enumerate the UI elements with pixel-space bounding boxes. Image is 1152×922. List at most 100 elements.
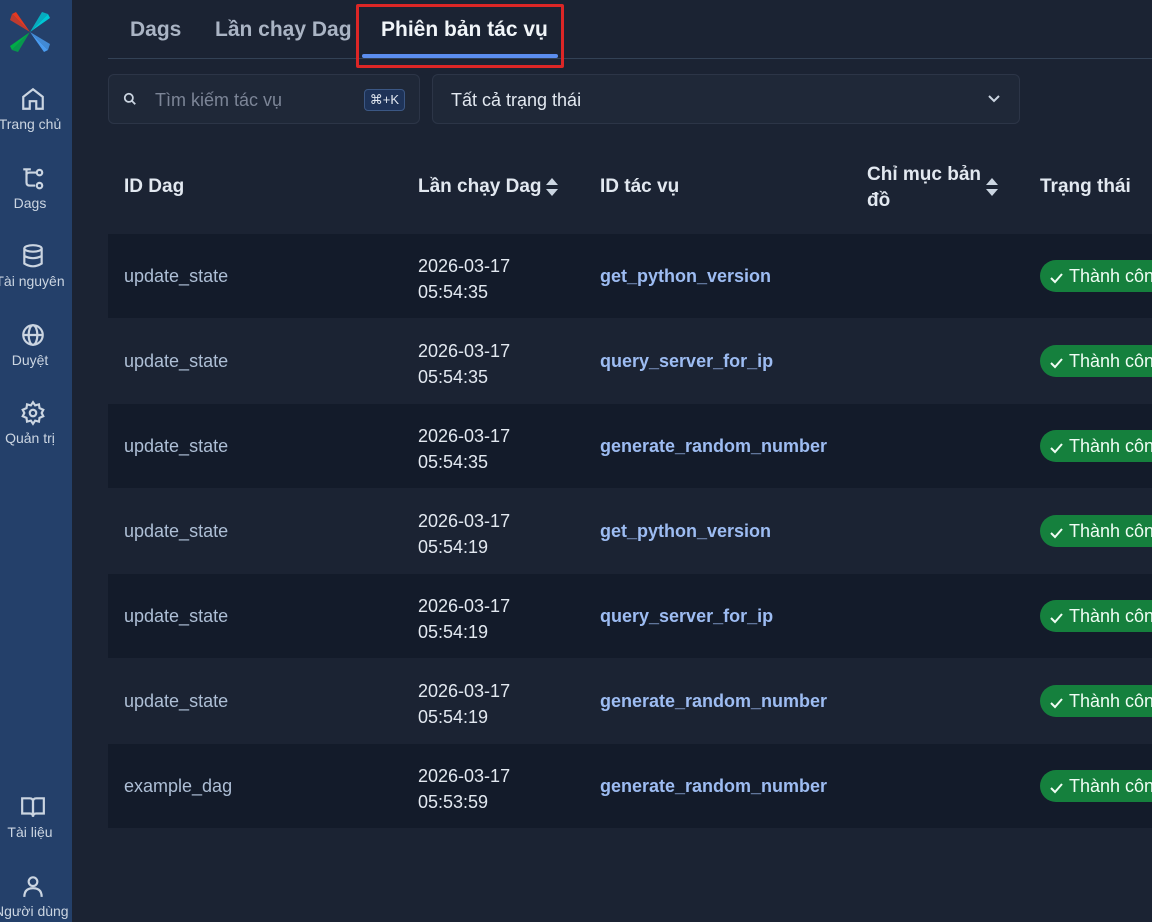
check-icon	[1050, 698, 1063, 709]
status-badge: Thành côn	[1040, 430, 1152, 462]
task-id-link[interactable]: generate_random_number	[600, 776, 827, 797]
task-id-link[interactable]: query_server_for_ip	[600, 351, 773, 372]
status-text: Thành côn	[1069, 691, 1152, 711]
status-text: Thành côn	[1069, 436, 1152, 456]
status-badge: Thành côn	[1040, 260, 1152, 292]
task-id-link[interactable]: get_python_version	[600, 266, 771, 287]
check-icon	[1050, 783, 1063, 794]
dag-run-cell[interactable]: 2026-03-17 05:53:59	[418, 763, 510, 815]
sidebar-item-resources[interactable]: Tài nguyên	[0, 243, 66, 289]
dag-id-cell[interactable]: update_state	[124, 436, 228, 457]
sidebar-item-label: Người dùng	[0, 903, 69, 919]
dag-run-date: 2026-03-17	[418, 596, 511, 616]
table-row[interactable]: update_state 2026-03-17 05:54:19 generate…	[108, 659, 1152, 743]
status-text: Thành côn	[1069, 266, 1152, 286]
dag-run-time: 05:53:59	[418, 792, 489, 812]
sidebar-item-label: Duyệt	[11, 352, 49, 368]
column-header-map-index[interactable]: Chỉ mục bản	[867, 164, 981, 186]
dag-run-date: 2026-03-17	[418, 341, 511, 361]
dag-id-cell[interactable]: example_dag	[124, 776, 232, 797]
sort-icon[interactable]	[545, 177, 559, 197]
dag-run-cell[interactable]: 2026-03-17 05:54:35	[418, 338, 510, 390]
dag-run-date: 2026-03-17	[418, 256, 511, 276]
dag-run-cell[interactable]: 2026-03-17 05:54:19	[418, 678, 510, 730]
dag-id-cell[interactable]: update_state	[124, 606, 228, 627]
table-row[interactable]: update_state 2026-03-17 05:54:35 get_pyth…	[108, 234, 1152, 318]
sidebar: Trang chủ Dags Tài nguyên Duyệt Quản trị…	[0, 0, 72, 922]
tab-dags[interactable]: Dags	[130, 18, 181, 42]
task-id-link[interactable]: get_python_version	[600, 521, 771, 542]
sidebar-item-docs[interactable]: Tài liệu	[0, 794, 66, 840]
column-header-task-id: ID tác vụ	[600, 176, 680, 197]
sidebar-item-admin[interactable]: Quản trị	[0, 400, 66, 446]
check-icon	[1050, 613, 1063, 624]
dag-run-time: 05:54:19	[418, 537, 489, 557]
search-icon	[123, 92, 136, 105]
check-icon	[1050, 528, 1063, 539]
dag-run-cell[interactable]: 2026-03-17 05:54:35	[418, 423, 510, 475]
column-header-state: Trạng thái	[1040, 176, 1131, 197]
check-icon	[1050, 358, 1063, 369]
dag-run-cell[interactable]: 2026-03-17 05:54:19	[418, 508, 510, 560]
table-row[interactable]: update_state 2026-03-17 05:54:19 query_se…	[108, 574, 1152, 658]
sidebar-item-label: Trang chủ	[0, 116, 62, 132]
dag-run-date: 2026-03-17	[418, 766, 511, 786]
table-row[interactable]: update_state 2026-03-17 05:54:35 query_se…	[108, 319, 1152, 403]
dag-run-date: 2026-03-17	[418, 426, 511, 446]
status-badge: Thành côn	[1040, 770, 1152, 802]
table-row[interactable]: update_state 2026-03-17 05:54:19 get_pyth…	[108, 489, 1152, 573]
gear-icon	[21, 400, 45, 426]
check-icon	[1050, 273, 1063, 284]
chevron-down-icon	[988, 95, 1000, 103]
book-icon	[21, 797, 45, 817]
dag-run-cell[interactable]: 2026-03-17 05:54:35	[418, 253, 510, 305]
status-text: Thành côn	[1069, 521, 1152, 541]
sidebar-item-user[interactable]: Người dùng	[0, 873, 69, 919]
table-row[interactable]: example_dag 2026-03-17 05:53:59 generate_…	[108, 744, 1152, 828]
sidebar-item-label: Dags	[13, 195, 47, 211]
sort-icon[interactable]	[985, 177, 999, 197]
table-row[interactable]: update_state 2026-03-17 05:54:35 generate…	[108, 404, 1152, 488]
tab-dag-runs[interactable]: Lần chạy Dag	[215, 18, 352, 42]
dag-run-time: 05:54:35	[418, 367, 489, 387]
dag-run-time: 05:54:35	[418, 282, 489, 302]
search-input[interactable]: Tìm kiếm tác vụ ⌘+K	[108, 74, 420, 124]
dag-run-time: 05:54:19	[418, 622, 489, 642]
search-placeholder: Tìm kiếm tác vụ	[155, 90, 283, 110]
state-filter-select[interactable]: Tất cả trạng thái	[432, 74, 1020, 124]
dag-id-cell[interactable]: update_state	[124, 691, 228, 712]
column-header-map-index-line2[interactable]: đồ	[867, 190, 890, 212]
status-text: Thành côn	[1069, 606, 1152, 626]
task-id-link[interactable]: generate_random_number	[600, 436, 827, 457]
column-header-dag-id: ID Dag	[124, 176, 185, 197]
task-id-link[interactable]: generate_random_number	[600, 691, 827, 712]
dag-run-time: 05:54:19	[418, 707, 489, 727]
sidebar-item-label: Tài nguyên	[0, 273, 65, 289]
dag-run-date: 2026-03-17	[418, 511, 511, 531]
tab-bar: Dags Lần chạy Dag Phiên bản tác vụ	[108, 0, 1152, 59]
sidebar-item-home[interactable]: Trang chủ	[0, 86, 66, 132]
dag-id-cell[interactable]: update_state	[124, 351, 228, 372]
status-badge: Thành côn	[1040, 345, 1152, 377]
globe-icon	[22, 324, 44, 346]
airflow-logo-icon[interactable]	[8, 10, 52, 54]
home-icon	[22, 87, 44, 110]
status-text: Thành côn	[1069, 351, 1152, 371]
sidebar-item-label: Tài liệu	[7, 824, 53, 840]
dags-icon	[23, 168, 44, 190]
sidebar-item-browse[interactable]: Duyệt	[0, 322, 66, 368]
keyboard-shortcut-badge: ⌘+K	[363, 89, 405, 111]
column-header-dag-run[interactable]: Lần chạy Dag	[418, 176, 542, 198]
dag-id-cell[interactable]: update_state	[124, 521, 228, 542]
dag-run-cell[interactable]: 2026-03-17 05:54:19	[418, 593, 510, 645]
status-badge: Thành côn	[1040, 685, 1152, 717]
status-text: Thành côn	[1069, 776, 1152, 796]
dag-run-date: 2026-03-17	[418, 681, 511, 701]
sidebar-item-dags[interactable]: Dags	[0, 165, 66, 211]
user-icon	[23, 876, 43, 897]
tab-task-instances[interactable]: Phiên bản tác vụ	[381, 18, 548, 42]
status-badge: Thành côn	[1040, 600, 1152, 632]
task-id-link[interactable]: query_server_for_ip	[600, 606, 773, 627]
dag-id-cell[interactable]: update_state	[124, 266, 228, 287]
check-icon	[1050, 443, 1063, 454]
